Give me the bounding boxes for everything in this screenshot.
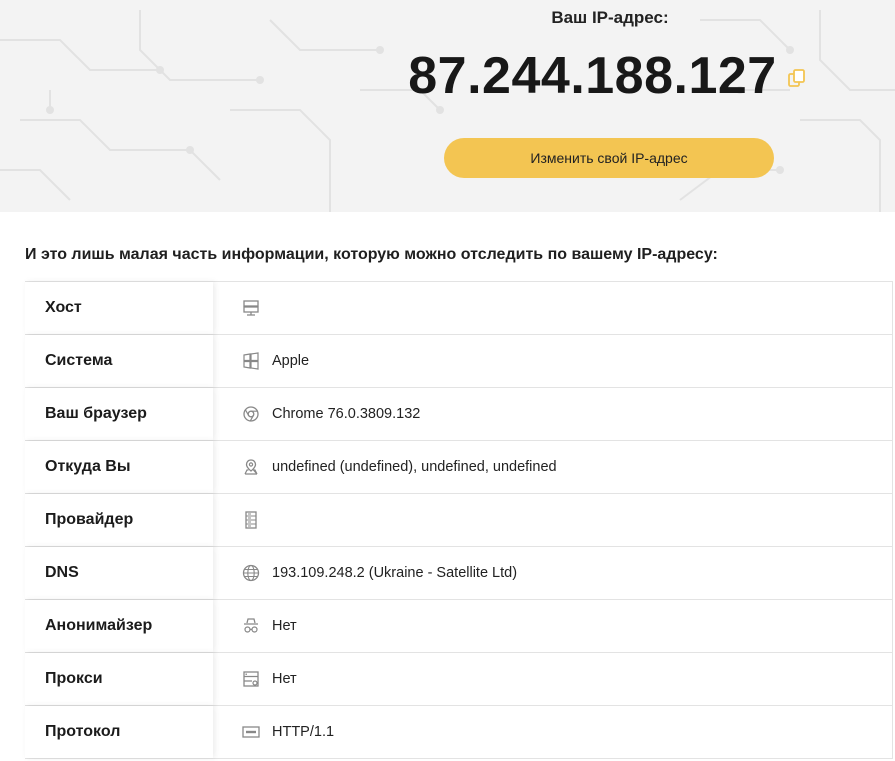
location-pin-icon <box>242 458 260 476</box>
ip-address: 87.244.188.127 <box>408 47 777 105</box>
table-row: Система Apple <box>25 335 893 388</box>
row-label: Анонимайзер <box>25 600 213 652</box>
proxy-icon <box>242 670 260 688</box>
change-ip-button[interactable]: Изменить свой IP-адрес <box>444 138 774 178</box>
row-value-text: undefined (undefined), undefined, undefi… <box>272 459 557 475</box>
row-label: Хост <box>25 282 213 334</box>
info-table: Хост Система Apple Ваш браузер Chrome 76… <box>25 281 893 759</box>
copy-icon[interactable] <box>786 68 808 90</box>
spy-icon <box>242 617 260 635</box>
row-label: Прокси <box>25 653 213 705</box>
circuit-background <box>0 10 895 212</box>
server-icon <box>242 299 260 317</box>
row-value-text: Нет <box>272 671 297 687</box>
row-label: DNS <box>25 547 213 599</box>
row-value: Нет <box>213 653 893 705</box>
info-subtitle: И это лишь малая часть информации, котор… <box>25 246 718 263</box>
table-row: Протокол HTTP/1.1 <box>25 706 893 759</box>
row-value-text: Apple <box>272 353 310 369</box>
row-label: Ваш браузер <box>25 388 213 440</box>
row-value-text: HTTP/1.1 <box>272 724 335 740</box>
row-value: HTTP/1.1 <box>213 706 893 758</box>
globe-icon <box>242 564 260 582</box>
ip-label: Ваш IP-адрес: <box>551 8 669 27</box>
row-value <box>213 282 893 334</box>
row-label: Протокол <box>25 706 213 758</box>
table-row: Откуда Вы undefined (undefined), undefin… <box>25 441 893 494</box>
row-value <box>213 494 893 546</box>
server-rack-icon <box>242 511 260 529</box>
row-value: Chrome 76.0.3809.132 <box>213 388 893 440</box>
row-label: Откуда Вы <box>25 441 213 493</box>
table-row: Прокси Нет <box>25 653 893 706</box>
row-value-text: Нет <box>272 618 297 634</box>
windows-icon <box>242 352 260 370</box>
row-value: Apple <box>213 335 893 387</box>
row-label: Система <box>25 335 213 387</box>
row-value: undefined (undefined), undefined, undefi… <box>213 441 893 493</box>
table-row: Ваш браузер Chrome 76.0.3809.132 <box>25 388 893 441</box>
table-row: DNS 193.109.248.2 (Ukraine - Satellite L… <box>25 547 893 600</box>
table-row: Анонимайзер Нет <box>25 600 893 653</box>
row-value-text: 193.109.248.2 (Ukraine - Satellite Ltd) <box>272 565 518 581</box>
chrome-icon <box>242 405 260 423</box>
row-value: 193.109.248.2 (Ukraine - Satellite Ltd) <box>213 547 893 599</box>
row-label: Провайдер <box>25 494 213 546</box>
row-value: Нет <box>213 600 893 652</box>
row-value-text: Chrome 76.0.3809.132 <box>272 406 421 422</box>
table-row: Хост <box>25 282 893 335</box>
http-icon <box>242 723 260 741</box>
ip-hero: Ваш IP-адрес: 87.244.188.127 Изменить св… <box>0 0 895 212</box>
table-row: Провайдер <box>25 494 893 547</box>
